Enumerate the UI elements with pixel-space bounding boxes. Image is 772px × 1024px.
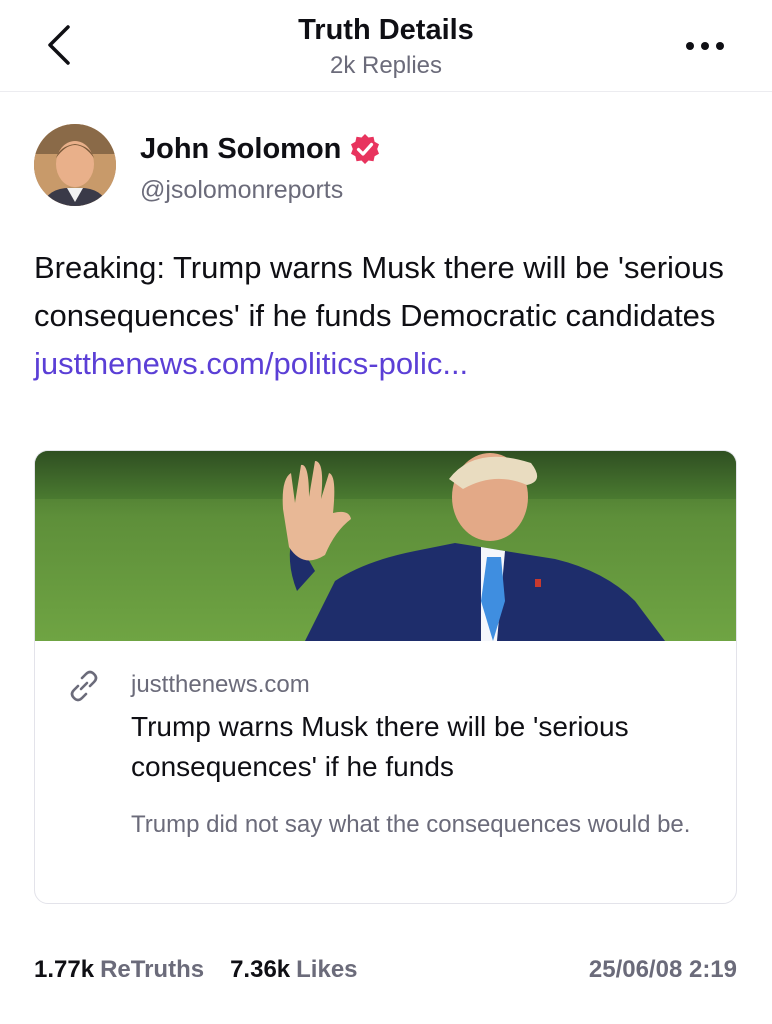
likes-count: 7.36k: [230, 956, 291, 983]
post-body: Breaking: Trump warns Musk there will be…: [34, 250, 724, 333]
avatar-image: [34, 124, 116, 206]
top-bar: Truth Details 2k Replies: [0, 0, 772, 92]
back-button[interactable]: [34, 20, 84, 70]
header-titles: Truth Details 2k Replies: [186, 12, 586, 82]
retruths-stat[interactable]: 1.77k ReTruths: [34, 952, 204, 988]
link-preview-image: [35, 451, 736, 641]
author-name-row: John Solomon: [140, 132, 381, 166]
retruths-label: ReTruths: [100, 956, 205, 983]
post-text: Breaking: Trump warns Musk there will be…: [34, 244, 739, 388]
post-author: John Solomon @jsolomonreports: [34, 124, 734, 208]
post-timestamp: 25/06/08 2:19: [588, 956, 737, 983]
avatar[interactable]: [34, 124, 116, 206]
more-horizontal-icon: [686, 42, 724, 50]
author-name[interactable]: John Solomon: [140, 132, 341, 166]
likes-stat[interactable]: 7.36k Likes: [230, 952, 357, 988]
page-title: Truth Details: [298, 14, 474, 46]
verified-badge-icon: [351, 134, 380, 164]
link-preview-card[interactable]: justthenews.com Trump warns Musk there w…: [34, 450, 737, 904]
post-stats: 1.77k ReTruths 7.36k Likes 25/06/08 2:19: [34, 952, 737, 988]
link-preview-title: Trump warns Musk there will be 'serious …: [131, 711, 629, 782]
link-preview-body: justthenews.com Trump warns Musk there w…: [35, 641, 736, 903]
link-preview-domain: justthenews.com: [131, 671, 310, 698]
link-icon: [70, 670, 98, 702]
post-link[interactable]: justthenews.com/politics-polic...: [34, 346, 468, 381]
retruths-count: 1.77k: [34, 956, 95, 983]
more-options-button[interactable]: [680, 26, 730, 66]
author-handle[interactable]: @jsolomonreports: [140, 174, 343, 206]
replies-count[interactable]: 2k Replies: [186, 50, 586, 82]
likes-label: Likes: [296, 956, 358, 983]
link-preview-description: Trump did not say what the consequences …: [131, 811, 691, 838]
chevron-left-icon: [48, 25, 70, 65]
